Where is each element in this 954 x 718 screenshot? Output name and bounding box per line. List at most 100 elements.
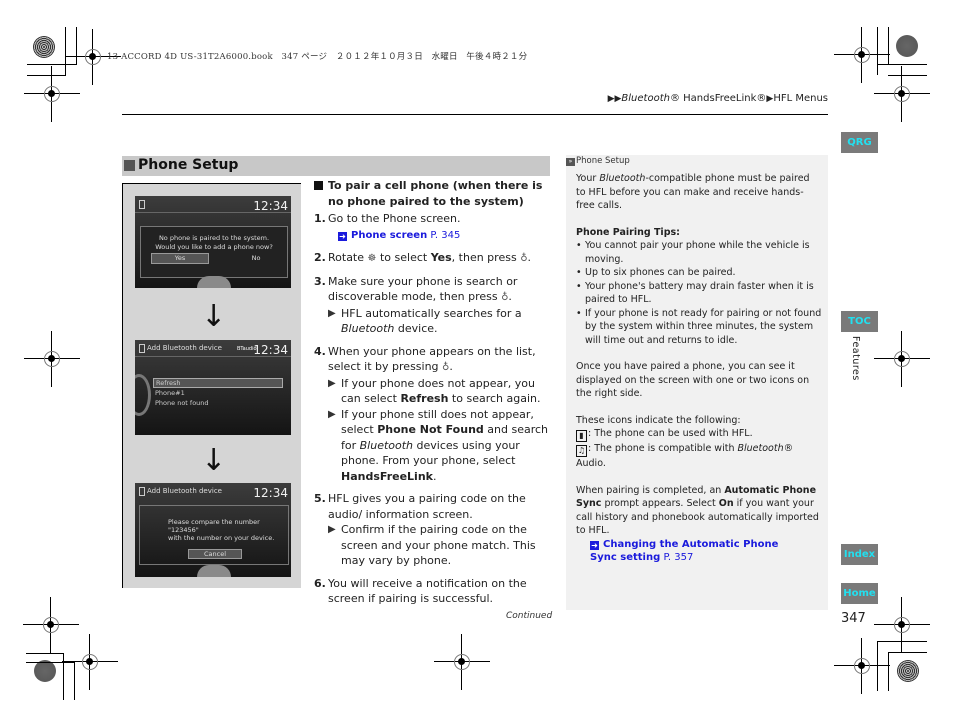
- icon-legend: These icons indicate the following: ▮: T…: [576, 414, 822, 471]
- step-text: , then press: [451, 251, 521, 264]
- cross-reference-icon: ➜: [590, 540, 599, 550]
- registration-rosette: [34, 660, 56, 682]
- link-page[interactable]: P. 345: [430, 230, 460, 241]
- breadcrumb-item[interactable]: ® HandsFreeLink®: [670, 93, 766, 104]
- icon2-text: : The phone is compatible with: [588, 443, 738, 454]
- step-6: 6. You will receive a notification on th…: [314, 576, 554, 607]
- screen-title: Add Bluetooth device: [147, 344, 222, 352]
- link-label[interactable]: Phone screen: [351, 230, 427, 241]
- phone-not-found-option[interactable]: Phone not found: [153, 399, 281, 407]
- step-text: Go to the Phone screen.: [328, 212, 461, 225]
- registration-mark: [874, 597, 930, 653]
- no-button[interactable]: No: [241, 253, 271, 264]
- step-1: 1. Go to the Phone screen. ➜ Phone screen…: [314, 211, 554, 243]
- clock: 12:34: [253, 199, 288, 213]
- step-number: 6.: [314, 576, 326, 590]
- step-text: HFL gives you a pairing code on the audi…: [328, 492, 526, 521]
- registration-mark: [874, 66, 930, 122]
- tip-item: You cannot pair your phone while the veh…: [576, 239, 822, 266]
- note-intro: Your Bluetooth-compatible phone must be …: [576, 172, 822, 213]
- clock: 12:34: [253, 343, 288, 357]
- step-text-bold: Yes: [430, 251, 452, 264]
- header-rule: [122, 114, 828, 115]
- crop-mark: [74, 662, 75, 700]
- note-text: Confirm if the pairing code on the scree…: [341, 523, 536, 567]
- text-italic: Bluetooth: [599, 173, 646, 184]
- step-4: 4. When your phone appears on the list, …: [314, 344, 554, 485]
- paired-text: Once you have paired a phone, you can se…: [576, 361, 810, 399]
- text: Your: [576, 173, 600, 184]
- registration-mark: [434, 634, 490, 690]
- step-number: 2.: [314, 251, 326, 264]
- crop-mark: [877, 641, 927, 642]
- crop-mark: [877, 27, 878, 75]
- registration-mark: [874, 331, 930, 387]
- tips-heading: Phone Pairing Tips:: [576, 226, 680, 238]
- breadcrumb-item[interactable]: HFL Menus: [773, 93, 828, 104]
- registration-mark: [24, 331, 80, 387]
- refresh-option[interactable]: Refresh: [153, 378, 283, 388]
- dialog-line: No phone is paired to the system.: [158, 234, 270, 242]
- tip-item: If your phone is not ready for pairing o…: [576, 307, 822, 348]
- toc-tab[interactable]: TOC: [841, 311, 878, 332]
- screen-title: Add Bluetooth device: [147, 487, 222, 495]
- icon1-text: : The phone can be used with HFL.: [588, 428, 753, 439]
- home-tab[interactable]: Home: [841, 583, 878, 604]
- cancel-button[interactable]: Cancel: [188, 549, 242, 559]
- crop-mark: [888, 27, 889, 64]
- page-number: 347: [841, 611, 866, 626]
- step-number: 4.: [314, 344, 326, 358]
- note-arrow-icon: ▶: [328, 408, 336, 420]
- qrg-tab[interactable]: QRG: [841, 132, 878, 153]
- note-text-bold: Phone Not Found: [377, 423, 484, 436]
- link-page[interactable]: P. 357: [663, 552, 693, 563]
- phone-screen-link[interactable]: ➜ Phone screen P. 345: [338, 230, 460, 241]
- selector-knob-graphic: [197, 565, 231, 577]
- press-knob-icon: ♁: [501, 292, 509, 303]
- registration-mark: [23, 597, 79, 653]
- dialog-line: with the number on your device.: [168, 534, 275, 542]
- print-metadata: 13 ACCORD 4D US-31T2A6000.book 347 ページ ２…: [107, 52, 528, 62]
- procedure-heading: To pair a cell phone (when there is no p…: [314, 178, 554, 209]
- clock: 12:34: [253, 486, 288, 500]
- selector-ring-graphic: [135, 374, 151, 416]
- pairing-code: "123456": [168, 526, 199, 534]
- crop-mark: [888, 652, 889, 691]
- note-text-bold: HandsFreeLink: [341, 469, 433, 483]
- section-side-label: Features: [850, 336, 861, 381]
- registration-mark: [834, 638, 890, 694]
- screen-figure: 12:34 No phone is paired to the system. W…: [122, 183, 301, 588]
- step-text: When your phone appears on the list, sel…: [328, 344, 536, 374]
- note-text: .: [432, 469, 437, 483]
- breadcrumb-arrow-icon: ▶▶: [607, 94, 622, 104]
- breadcrumb-item[interactable]: Bluetooth: [621, 93, 670, 104]
- step-text: You will receive a notification on the s…: [328, 576, 527, 606]
- registration-mark: [62, 634, 118, 690]
- step-text: Rotate: [328, 251, 368, 264]
- dialog-line: Would you like to add a phone now?: [155, 243, 273, 251]
- crop-mark: [877, 64, 927, 65]
- yes-button[interactable]: Yes: [151, 253, 209, 264]
- pairing-dialog: No phone is paired to the system. Would y…: [140, 226, 288, 278]
- dialog-message: No phone is paired to the system. Would y…: [141, 234, 287, 252]
- registration-rosette: [897, 660, 919, 682]
- registration-mark: [65, 29, 121, 85]
- icons-intro: These icons indicate the following:: [576, 414, 741, 426]
- tip-item: Up to six phones can be paired.: [576, 266, 822, 280]
- heading-square-icon: [314, 181, 323, 190]
- crop-mark: [877, 641, 878, 691]
- crop-mark: [76, 27, 77, 64]
- step-text: to select: [376, 251, 431, 264]
- index-tab[interactable]: Index: [841, 544, 878, 565]
- note-text: to search again.: [448, 392, 541, 405]
- phone-1-option[interactable]: Phone#1: [153, 389, 281, 397]
- note-text-italic: Bluetooth: [359, 438, 414, 452]
- note-text-bold: Refresh: [400, 392, 449, 405]
- crop-mark: [888, 652, 927, 653]
- bt-audio-icon: ♫: [576, 445, 587, 457]
- crop-mark: [27, 64, 77, 65]
- text: When pairing is completed, an: [576, 484, 725, 496]
- crop-mark: [27, 75, 66, 76]
- down-arrow-icon: ↓: [201, 299, 227, 334]
- phone-sync-link[interactable]: ➜ Changing the Automatic Phone Sync setti…: [576, 538, 800, 565]
